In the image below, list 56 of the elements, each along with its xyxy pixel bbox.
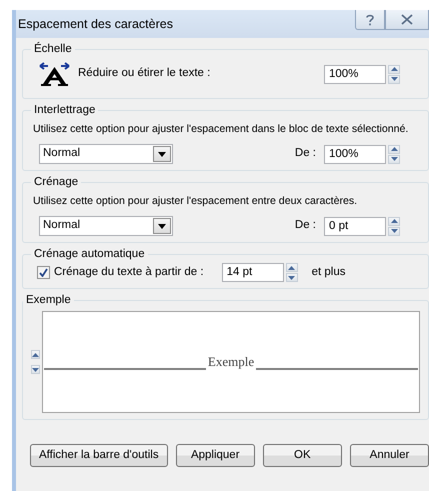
scroll-down-button[interactable] (31, 365, 40, 374)
down-arrow-icon (32, 368, 39, 372)
dialog-button[interactable]: Afficher la barre d'outils (30, 444, 168, 467)
scroll-up-button[interactable] (31, 350, 40, 359)
up-arrow-icon (288, 266, 296, 270)
up-arrow-icon (390, 147, 398, 151)
down-arrow-icon (390, 77, 398, 81)
dropdown-value: Normal (43, 146, 80, 162)
close-icon (401, 14, 413, 25)
group-label: Exemple (25, 293, 72, 307)
number-field[interactable]: 100% (324, 144, 386, 164)
dialog-button[interactable]: OK (262, 444, 342, 467)
help-icon (364, 12, 376, 26)
dialog-button[interactable]: Appliquer (176, 444, 255, 467)
dropdown-button[interactable] (153, 218, 171, 234)
checkbox[interactable] (37, 266, 50, 279)
group-label: Interlettrage (33, 103, 96, 117)
field-label: De : (294, 146, 316, 162)
dialog-button[interactable]: Annuler (350, 444, 429, 467)
group-label: Crénage (33, 175, 80, 189)
help-button[interactable] (355, 10, 385, 30)
field-label: De : (294, 218, 316, 234)
spin-up-button[interactable] (388, 216, 400, 226)
sample-text: Exemple (206, 353, 256, 372)
dropdown[interactable]: Normal (39, 216, 173, 236)
spin-up-button[interactable] (286, 263, 298, 272)
spin-down-button[interactable] (286, 273, 298, 282)
number-field[interactable]: 0 pt (324, 216, 386, 236)
down-arrow-icon (390, 229, 398, 233)
dropdown-value: Normal (43, 218, 80, 234)
up-arrow-icon (390, 67, 398, 71)
caret-icon (158, 152, 166, 156)
dropdown-button[interactable] (153, 146, 171, 162)
dropdown[interactable]: Normal (39, 144, 173, 164)
checkbox-label: Crénage du texte à partir de : (54, 264, 204, 280)
down-arrow-icon (390, 157, 398, 161)
window-title: Espacement des caractères (18, 16, 173, 33)
caret-icon (158, 224, 166, 228)
down-arrow-icon (288, 276, 296, 280)
up-arrow-icon (390, 219, 398, 223)
spin-up-button[interactable] (388, 64, 400, 74)
field-label: Réduire ou étirer le texte : (78, 66, 212, 82)
up-arrow-icon (32, 352, 39, 356)
suffix-label: et plus (312, 264, 346, 280)
group-label: Crénage automatique (33, 247, 146, 261)
description-text: Utilisez cette option pour ajuster l'espacement dans le bloc de texte sélectionné. (33, 122, 408, 136)
number-field[interactable]: 100% (324, 64, 386, 84)
group-label: Échelle (33, 42, 73, 56)
spin-up-button[interactable] (388, 144, 400, 154)
letter-arrows-icon (39, 62, 70, 86)
description-text: Utilisez cette option pour ajuster l'espacement entre deux caractères. (33, 194, 358, 208)
spin-down-button[interactable] (388, 226, 400, 236)
number-field[interactable]: 14 pt (222, 263, 284, 282)
spin-down-button[interactable] (388, 154, 400, 164)
spin-down-button[interactable] (388, 74, 400, 84)
close-button[interactable] (385, 10, 429, 30)
